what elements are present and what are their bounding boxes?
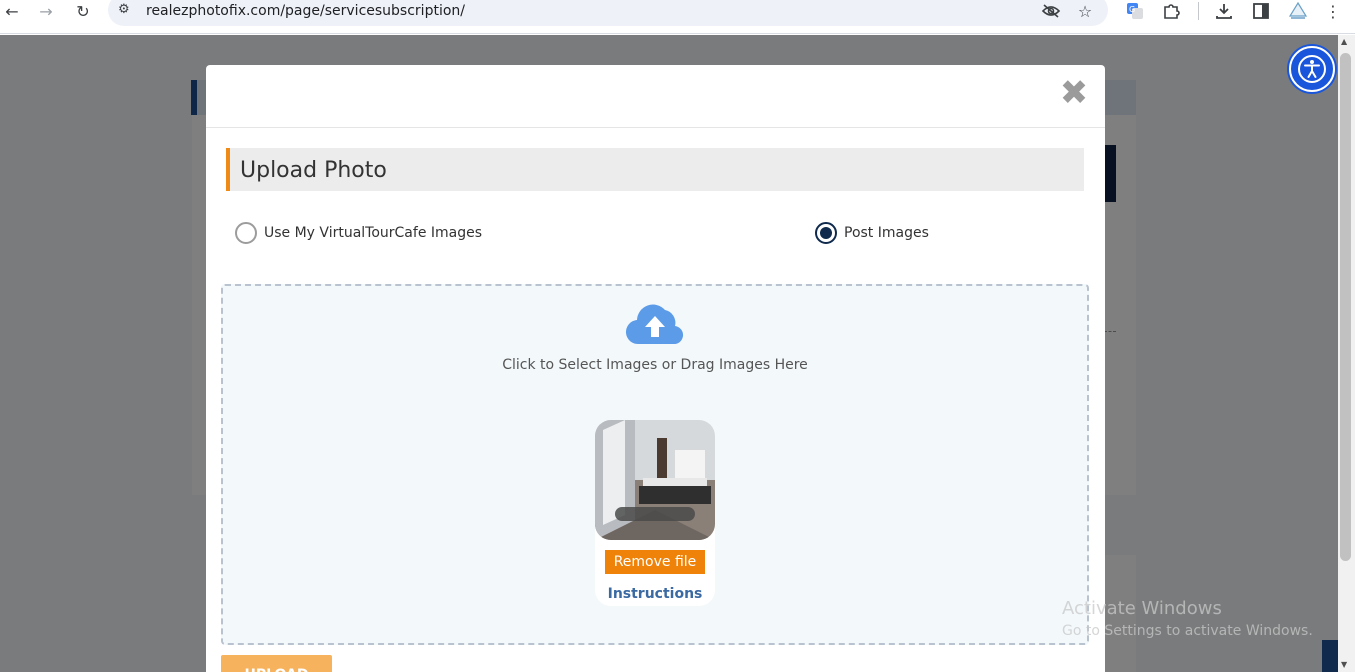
- accessibility-icon: [1298, 55, 1326, 83]
- file-preview: Remove file Instructions: [595, 420, 715, 606]
- back-icon[interactable]: ←: [1, 0, 23, 22]
- radio-button[interactable]: [815, 222, 837, 244]
- scroll-up-arrow-icon[interactable]: ▲: [1341, 37, 1347, 46]
- side-panel-icon[interactable]: [1250, 0, 1272, 22]
- activate-windows-watermark: Activate Windows Go to Settings to activ…: [1062, 598, 1313, 639]
- section-title-bar: Upload Photo: [226, 148, 1084, 191]
- scroll-down-arrow-icon[interactable]: ▼: [1341, 660, 1347, 669]
- extensions-icon[interactable]: [1160, 0, 1182, 22]
- radio-option-post-images[interactable]: Post Images: [815, 221, 929, 245]
- browser-toolbar: ← → ↻ ⚙ realezphotofix.com/page/services…: [0, 0, 1355, 34]
- image-dropzone[interactable]: Click to Select Images or Drag Images He…: [221, 284, 1089, 645]
- scroll-thumb[interactable]: [1340, 53, 1351, 561]
- upload-photo-modal: ✖ Upload Photo Use My VirtualTourCafe Im…: [206, 65, 1105, 672]
- remove-file-button[interactable]: Remove file: [605, 550, 705, 574]
- radio-option-vtc-images[interactable]: Use My VirtualTourCafe Images: [235, 221, 482, 245]
- page-scrollbar[interactable]: ▲ ▼: [1338, 35, 1355, 672]
- reload-icon[interactable]: ↻: [72, 0, 94, 22]
- cloud-upload-icon: [625, 304, 684, 345]
- close-icon[interactable]: ✖: [1058, 76, 1090, 110]
- instructions-link[interactable]: Instructions: [595, 586, 715, 602]
- address-url[interactable]: realezphotofix.com/page/servicesubscript…: [146, 3, 465, 19]
- upload-button[interactable]: UPLOAD: [221, 655, 332, 672]
- watermark-title: Activate Windows: [1062, 598, 1222, 619]
- watermark-subtitle: Go to Settings to activate Windows.: [1062, 623, 1313, 639]
- modal-header: ✖: [206, 65, 1105, 128]
- download-icon[interactable]: [1213, 0, 1235, 22]
- accessibility-button[interactable]: [1289, 46, 1335, 92]
- translate-icon[interactable]: G: [1124, 0, 1146, 22]
- upload-progress-bar: [615, 507, 695, 521]
- site-settings-icon[interactable]: ⚙: [118, 2, 130, 17]
- dropzone-text: Click to Select Images or Drag Images He…: [502, 357, 808, 373]
- radio-label: Post Images: [844, 225, 929, 241]
- image-thumbnail: [595, 420, 715, 540]
- radio-label: Use My VirtualTourCafe Images: [264, 225, 483, 241]
- menu-icon[interactable]: ⋮: [1322, 0, 1344, 22]
- profile-extension-icon[interactable]: [1287, 0, 1309, 22]
- forward-icon[interactable]: →: [35, 0, 57, 22]
- star-icon[interactable]: ☆: [1074, 0, 1096, 22]
- toolbar-separator: [1198, 2, 1199, 20]
- scroll-to-top-button[interactable]: [1322, 640, 1338, 672]
- eye-off-icon[interactable]: [1040, 0, 1062, 22]
- radio-button[interactable]: [235, 222, 257, 244]
- svg-text:G: G: [1129, 5, 1135, 14]
- page-title: Upload Photo: [240, 158, 387, 183]
- address-bar[interactable]: ⚙ realezphotofix.com/page/servicesubscri…: [108, 0, 1108, 26]
